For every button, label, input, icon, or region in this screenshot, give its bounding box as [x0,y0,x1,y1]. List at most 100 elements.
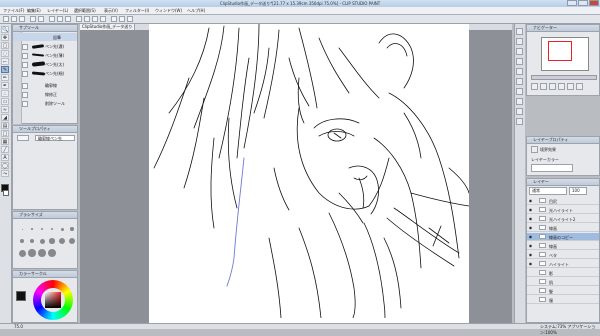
eye-icon[interactable] [528,279,533,284]
eye-icon[interactable]: ◉ [528,234,533,239]
brush-size-preset[interactable] [70,227,74,231]
gradient-tool-icon[interactable]: ▤ [1,122,9,129]
brush-size-preset[interactable] [68,237,76,245]
menu-edit[interactable]: 編集(E) [27,8,41,14]
subtool-group-header[interactable]: 鉛筆 [13,33,77,41]
layer-row[interactable]: ◉ 光ハイライト2 [527,215,599,223]
ruler-icon[interactable] [119,16,125,22]
subtool-item[interactable]: 線修正 [13,90,77,98]
open-icon[interactable] [11,16,17,22]
eye-icon[interactable] [528,288,533,293]
layer-row[interactable]: 髪 [527,287,599,295]
brush-size-preset[interactable] [38,249,46,257]
navigator-preview[interactable] [541,37,589,71]
subtool-item[interactable]: 削除ツール [13,99,77,107]
frame-tool-icon[interactable]: ▦ [1,138,9,145]
navigator-zoom-slider[interactable] [531,75,597,80]
blend-mode-dropdown[interactable]: 通常 [529,187,567,195]
eye-icon[interactable]: ◉ [528,216,533,221]
color-main-swatch[interactable] [16,291,26,301]
select-all-icon[interactable] [76,16,82,22]
clear-icon[interactable] [57,16,63,22]
layer-row[interactable]: ◉ 線画 [527,224,599,232]
zoom-out-icon[interactable] [531,83,538,90]
panel-toggle-icon[interactable] [516,78,523,85]
opacity-field[interactable]: 100 [569,187,587,195]
brush-tool-icon[interactable]: ✒ [1,82,9,89]
transform-icon[interactable] [65,16,71,22]
panel-toggle-icon[interactable] [516,58,523,65]
toolprop-preset-icon[interactable] [17,135,29,141]
layer-row[interactable]: 影 [527,269,599,277]
eye-icon[interactable]: ◉ [528,207,533,212]
airbrush-tool-icon[interactable]: ∴ [1,90,9,97]
grid-icon[interactable] [127,16,133,22]
blend-tool-icon[interactable]: ≈ [1,106,9,113]
layer-row[interactable]: ◉ 目尻 [527,197,599,205]
fit-icon[interactable] [549,83,556,90]
brush-size-preset[interactable] [41,228,43,230]
eraser-tool-icon[interactable]: ▭ [1,98,9,105]
brush-size-preset[interactable] [28,249,36,257]
sub-color-swatch[interactable] [3,190,9,196]
panel-toggle-icon[interactable] [516,28,523,35]
eye-icon[interactable]: ◉ [528,198,533,203]
minimize-button[interactable] [567,0,577,6]
subtool-item[interactable]: 輪郭線 [13,81,77,89]
menu-layer[interactable]: レイヤー(L) [47,8,68,14]
subtool-item[interactable]: ペン先(濃) [13,42,77,50]
zoom-tool-icon[interactable]: 🔍 [1,26,9,33]
move-tool-icon[interactable]: ✥ [1,34,9,41]
layer-row[interactable]: ◉ ベタ [527,251,599,259]
correct-line-tool-icon[interactable]: ⤳ [1,170,9,177]
eye-icon[interactable]: ◉ [528,225,533,230]
maximize-button[interactable] [578,0,588,6]
rotate-left-icon[interactable] [558,83,565,90]
menu-select[interactable]: 選択範囲(S) [74,8,96,14]
brush-size-preset[interactable] [60,227,64,231]
shape-tool-icon[interactable]: □ [1,130,9,137]
brush-size-preset[interactable] [49,238,55,244]
document-tab[interactable]: ClipStudio作画_データ送り [80,24,135,30]
eye-icon[interactable]: ◉ [528,252,533,257]
pencil-tool-icon[interactable]: ✏ [1,74,9,81]
subtool-item[interactable]: ペン先(薄) [13,51,77,59]
brush-size-preset[interactable] [50,227,54,231]
text-tool-icon[interactable]: A [1,154,9,161]
brush-size-preset[interactable] [21,228,23,230]
panel-toggle-icon[interactable] [516,88,523,95]
layer-row[interactable]: ◉ 線画のコピー [527,233,599,241]
subtool-item[interactable]: ペン先(太) [13,60,77,68]
rotate-right-icon[interactable] [567,83,574,90]
eye-icon[interactable]: ◉ [528,243,533,248]
border-effect-icon[interactable] [531,146,538,153]
eye-icon[interactable] [528,297,533,302]
drawing-canvas[interactable] [149,24,469,324]
invert-icon[interactable] [100,16,106,22]
new-icon[interactable] [3,16,9,22]
layer-row[interactable]: 服 [527,296,599,304]
pen-tool-icon[interactable]: ✎ [1,66,9,73]
deselect-icon[interactable] [84,16,90,22]
toolprop-dropdown[interactable]: 輪郭線ペン先 [35,135,75,141]
eye-icon[interactable]: ◉ [528,261,533,266]
menu-view[interactable]: 表示(V) [104,8,118,14]
panel-toggle-icon[interactable] [516,38,523,45]
lasso-tool-icon[interactable]: ◌ [1,50,9,57]
panel-toggle-icon[interactable] [516,118,523,125]
layer-color-field[interactable] [531,164,573,172]
panel-toggle-icon[interactable] [516,68,523,75]
layer-row[interactable]: ◉ 線画 [527,242,599,250]
fill-tool-icon[interactable]: ◢ [1,114,9,121]
menu-window[interactable]: ウィンドウ(W) [155,8,182,14]
eye-icon[interactable] [528,270,533,275]
crop-icon[interactable] [92,16,98,22]
brush-size-preset[interactable] [39,238,45,244]
panel-toggle-icon[interactable] [516,48,523,55]
brush-size-preset[interactable] [20,239,24,243]
menu-file[interactable]: ファイル(F) [3,8,24,14]
undo-icon[interactable] [30,16,36,22]
panel-toggle-icon[interactable] [516,98,523,105]
menu-filter[interactable]: フィルター(I) [125,8,149,14]
snap-icon[interactable] [111,16,117,22]
